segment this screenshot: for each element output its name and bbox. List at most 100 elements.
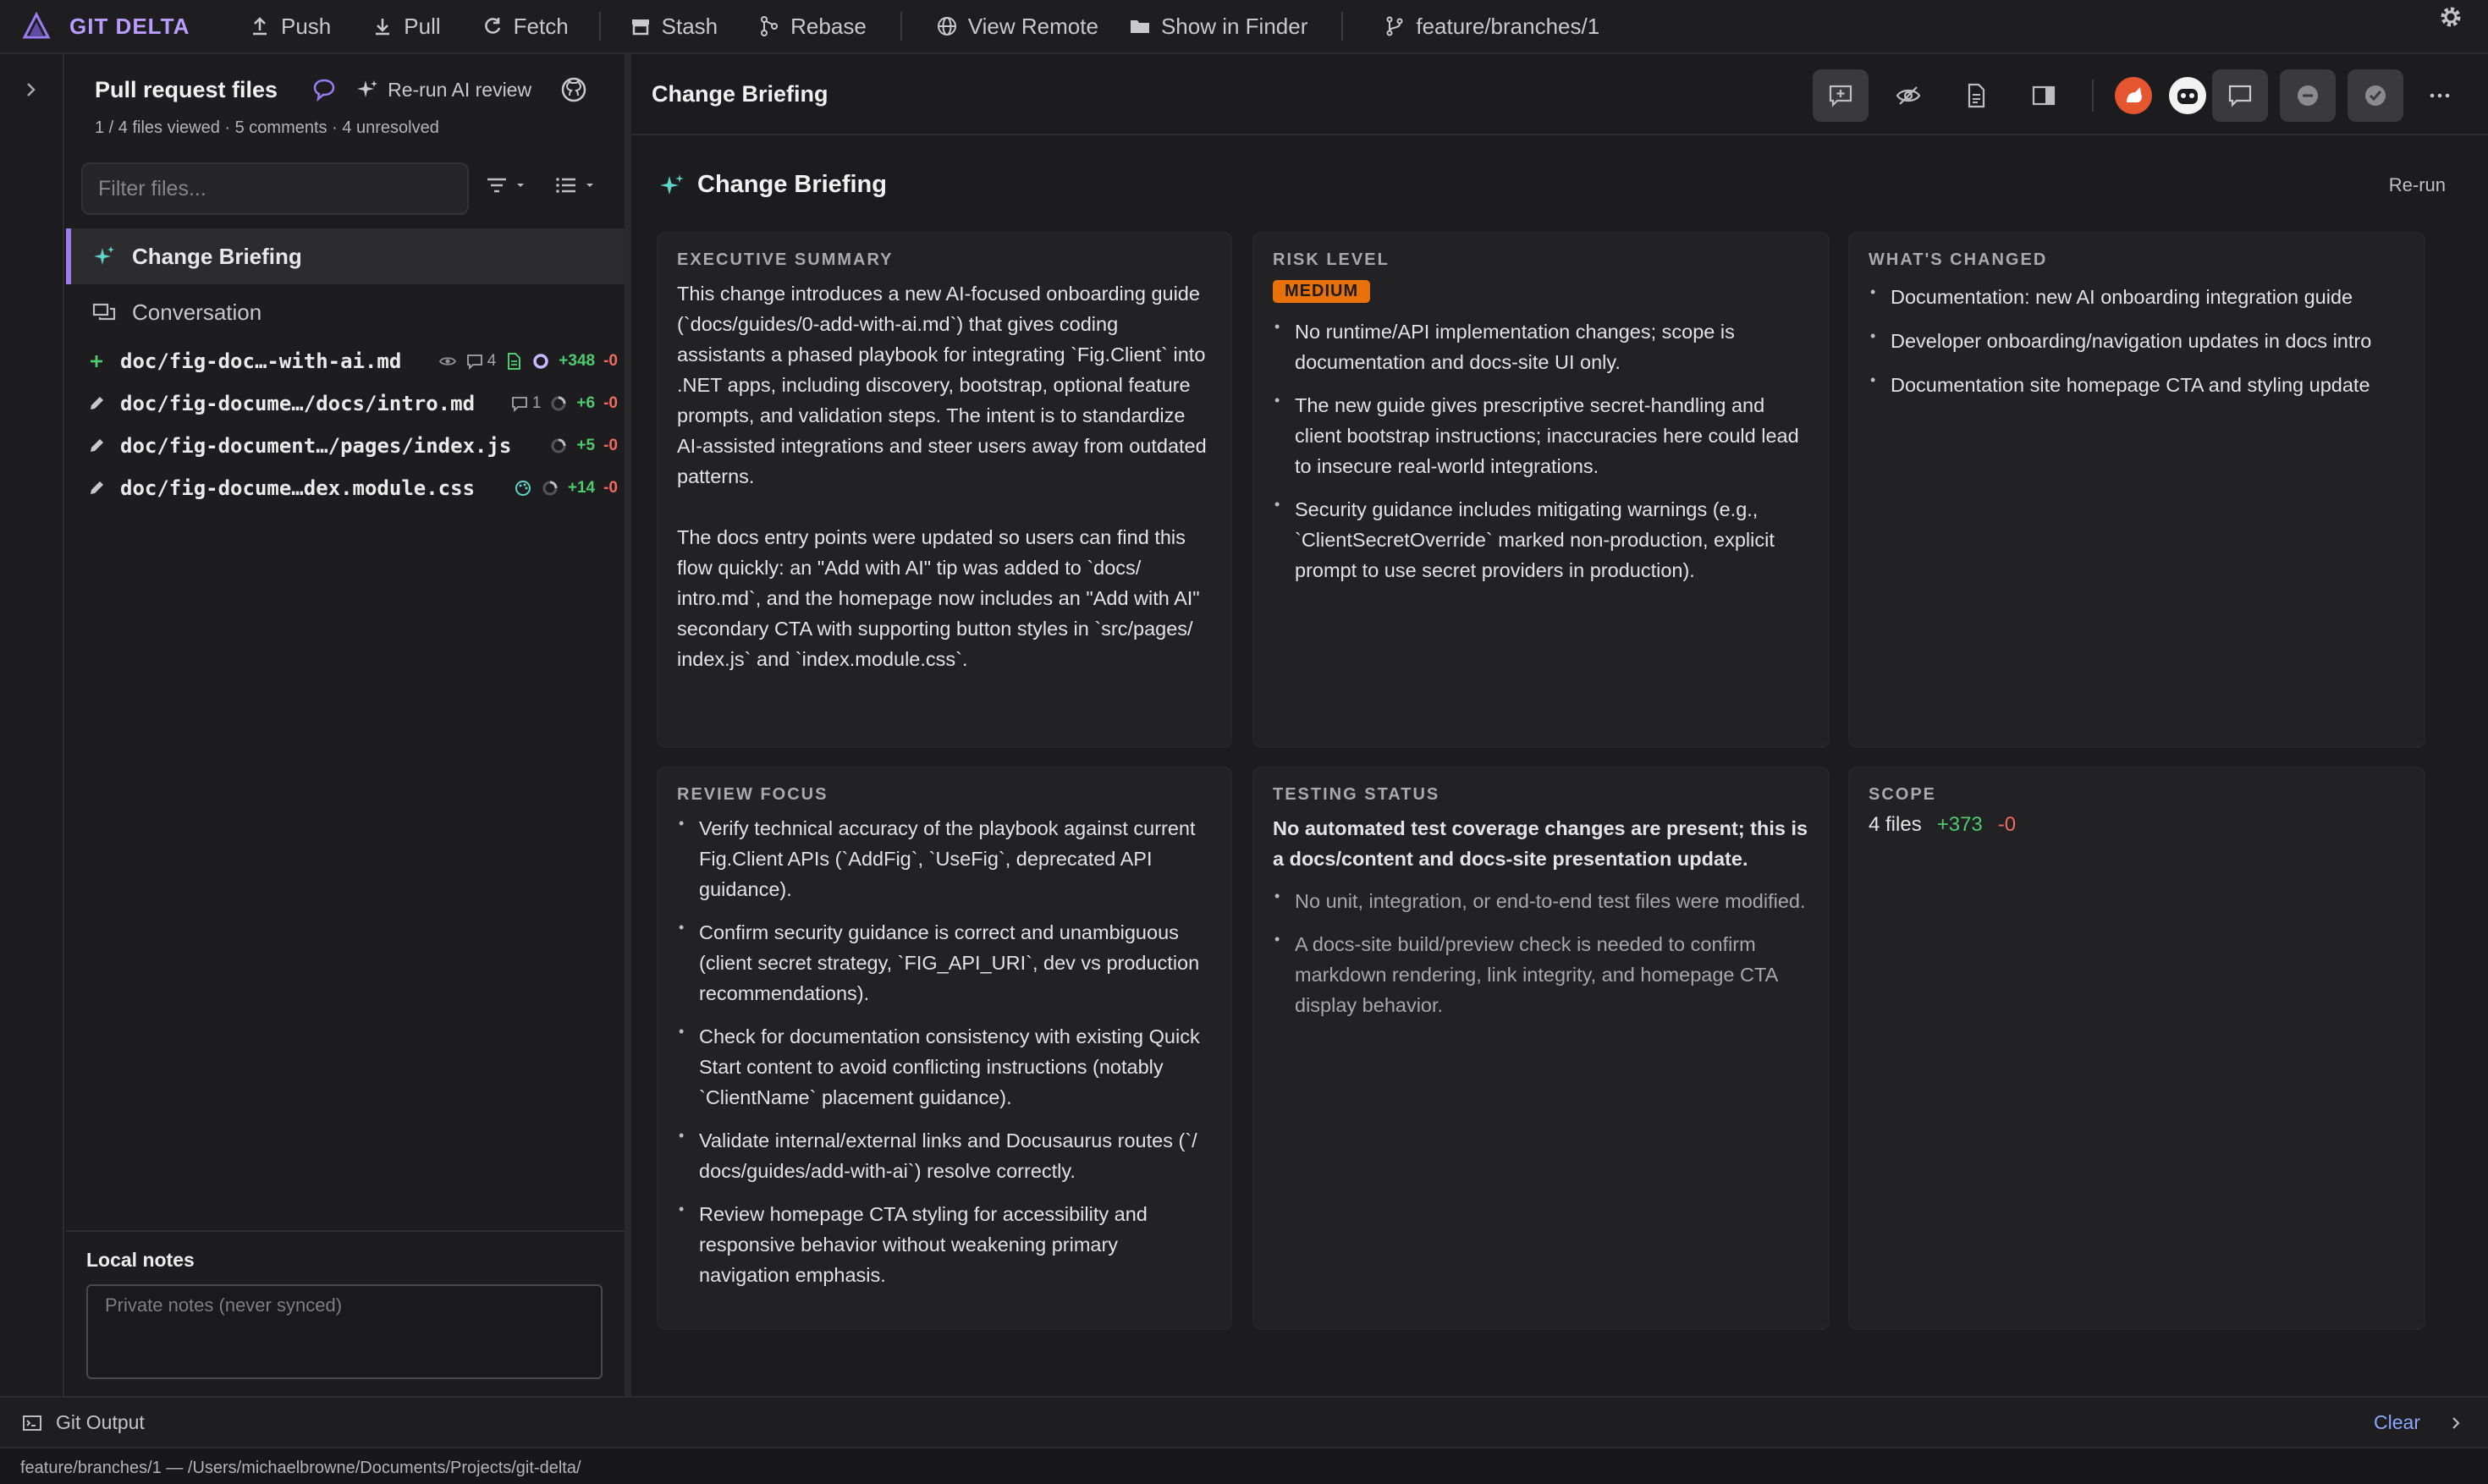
list-item: Review homepage CTA styling for accessib… <box>677 1194 1212 1290</box>
briefing-title-text: Change Briefing <box>697 171 887 198</box>
nav-change-briefing[interactable]: Change Briefing <box>66 228 625 284</box>
list-icon <box>556 178 575 193</box>
add-comment-button[interactable] <box>1813 69 1869 122</box>
pencil-icon <box>85 434 108 458</box>
card-heading: REVIEW FOCUS <box>677 785 828 804</box>
rerun-ai-review-label: Re-run AI review <box>388 78 532 101</box>
file-row[interactable]: doc/fig-docume…/docs/intro.md 1 +6 -0 <box>85 382 618 425</box>
local-notes-panel: Local notes <box>66 1230 625 1396</box>
summary-paragraph: This change introduces a new AI-focused … <box>677 283 1207 487</box>
git-output-bar[interactable]: Git Output Clear <box>0 1396 2488 1447</box>
filter-files-input[interactable] <box>81 162 469 215</box>
nav-conversation[interactable]: Conversation <box>66 284 625 340</box>
clear-output-button[interactable]: Clear <box>2374 1411 2420 1434</box>
pull-button[interactable]: Pull <box>372 9 441 43</box>
file-name: doc/fig-docume…/docs/intro.md <box>120 392 476 415</box>
conversation-icon <box>92 303 116 321</box>
main-panel: Change Briefing Change Briefing Re-run E… <box>631 54 2488 1396</box>
toggle-panel-button[interactable] <box>2016 69 2072 122</box>
show-in-finder-button[interactable]: Show in Finder <box>1129 9 1307 43</box>
chevron-right-icon[interactable] <box>20 80 41 100</box>
scope-card: SCOPE 4 files +373 -0 <box>1848 767 2425 1330</box>
comment-icon[interactable] <box>311 77 337 102</box>
scope-additions: +373 <box>1936 813 1983 836</box>
coderabbit-button[interactable] <box>2105 69 2161 122</box>
progress-ring-icon <box>551 438 566 453</box>
branch-icon <box>1386 16 1403 36</box>
request-changes-button[interactable] <box>2280 69 2336 122</box>
file-row[interactable]: doc/fig-doc…-with-ai.md 4 +348 -0 <box>85 340 618 382</box>
github-icon[interactable] <box>560 76 587 103</box>
review-focus-card: REVIEW FOCUS Verify technical accuracy o… <box>657 767 1232 1330</box>
copilot-button[interactable] <box>2160 69 2216 122</box>
panel-resize-handle[interactable] <box>625 54 631 1396</box>
eye-off-icon <box>1896 86 1921 105</box>
rerun-ai-review-button[interactable]: Re-run AI review <box>355 78 531 102</box>
eye-icon[interactable] <box>438 352 457 371</box>
card-heading: WHAT'S CHANGED <box>1869 250 2048 269</box>
push-icon <box>253 17 267 36</box>
whats-changed-card: WHAT'S CHANGED Documentation: new AI onb… <box>1848 232 2425 748</box>
stash-icon <box>631 19 649 36</box>
local-notes-textarea[interactable] <box>86 1284 603 1379</box>
file-icon <box>508 353 521 370</box>
deletions-count: -0 <box>603 352 618 370</box>
list-item: Confirm security guidance is correct and… <box>677 912 1212 1009</box>
progress-ring-icon <box>542 481 558 496</box>
git-output-toggle[interactable]: Git Output <box>22 1411 145 1434</box>
stash-button[interactable]: Stash <box>630 9 718 43</box>
circle-icon <box>533 354 549 369</box>
comment-review-button[interactable] <box>2212 69 2268 122</box>
fetch-button[interactable]: Fetch <box>482 9 569 43</box>
gear-icon[interactable] <box>2436 2 2466 32</box>
view-remote-button[interactable]: View Remote <box>936 9 1098 43</box>
pencil-icon <box>85 392 108 415</box>
comment-plus-icon <box>1829 85 1852 107</box>
chevron-down-icon <box>586 184 593 187</box>
fetch-label: Fetch <box>513 13 569 39</box>
toolbar-divider <box>598 12 601 41</box>
card-heading: EXECUTIVE SUMMARY <box>677 250 894 269</box>
folder-icon <box>1130 20 1149 33</box>
file-meta: 4 +348 -0 <box>438 352 618 371</box>
pull-icon <box>376 19 390 36</box>
filter-dropdown[interactable] <box>484 173 526 198</box>
git-output-label: Git Output <box>56 1411 145 1433</box>
added-icon <box>85 349 108 373</box>
show-in-finder-label: Show in Finder <box>1160 13 1308 39</box>
additions-count: +14 <box>567 479 596 497</box>
pull-request-sidebar: Pull request files Re-run AI review 1 / … <box>66 54 625 1396</box>
branch-selector[interactable]: feature/branches/1 <box>1384 9 1599 43</box>
more-options-button[interactable] <box>2412 69 2468 122</box>
file-meta: 1 +6 -0 <box>510 394 618 413</box>
review-progress: 1 / 4 files viewed · 5 comments · 4 unre… <box>95 118 439 137</box>
collapsed-rail <box>0 54 64 1396</box>
approve-button[interactable] <box>2348 69 2403 122</box>
filter-icon <box>487 178 506 193</box>
push-button[interactable]: Push <box>249 9 331 43</box>
brand-name: GIT DELTA <box>69 13 190 39</box>
chevron-right-icon[interactable] <box>2447 1415 2464 1432</box>
palette-icon <box>515 481 531 496</box>
executive-summary-card: EXECUTIVE SUMMARY This change introduces… <box>657 232 1232 748</box>
file-row[interactable]: doc/fig-docume…dex.module.css +14 -0 <box>85 467 618 509</box>
rebase-button[interactable]: Rebase <box>758 9 867 43</box>
rerun-button[interactable]: Re-run <box>2389 174 2446 196</box>
more-icon <box>2430 93 2450 98</box>
file-row[interactable]: doc/fig-document…/pages/index.js +5 -0 <box>85 425 618 467</box>
scope-stats: 4 files +373 -0 <box>1869 813 2405 837</box>
copilot-icon <box>2169 77 2206 114</box>
hide-viewed-button[interactable] <box>1880 69 1936 122</box>
list-item: Validate internal/external links and Doc… <box>677 1120 1212 1186</box>
terminal-icon <box>23 1415 41 1431</box>
comment-icon <box>511 397 527 413</box>
sparkle-icon <box>357 80 378 97</box>
list-item: A docs-site build/preview check is neede… <box>1273 924 1809 1020</box>
briefing-heading: Change Briefing <box>658 171 887 199</box>
view-mode-dropdown[interactable] <box>553 173 596 198</box>
main-header: Change Briefing <box>631 54 2488 135</box>
document-view-button[interactable] <box>1948 69 2004 122</box>
view-remote-label: View Remote <box>967 13 1098 39</box>
branch-label: feature/branches/1 <box>1416 13 1600 39</box>
risk-badge: MEDIUM <box>1273 280 1371 303</box>
